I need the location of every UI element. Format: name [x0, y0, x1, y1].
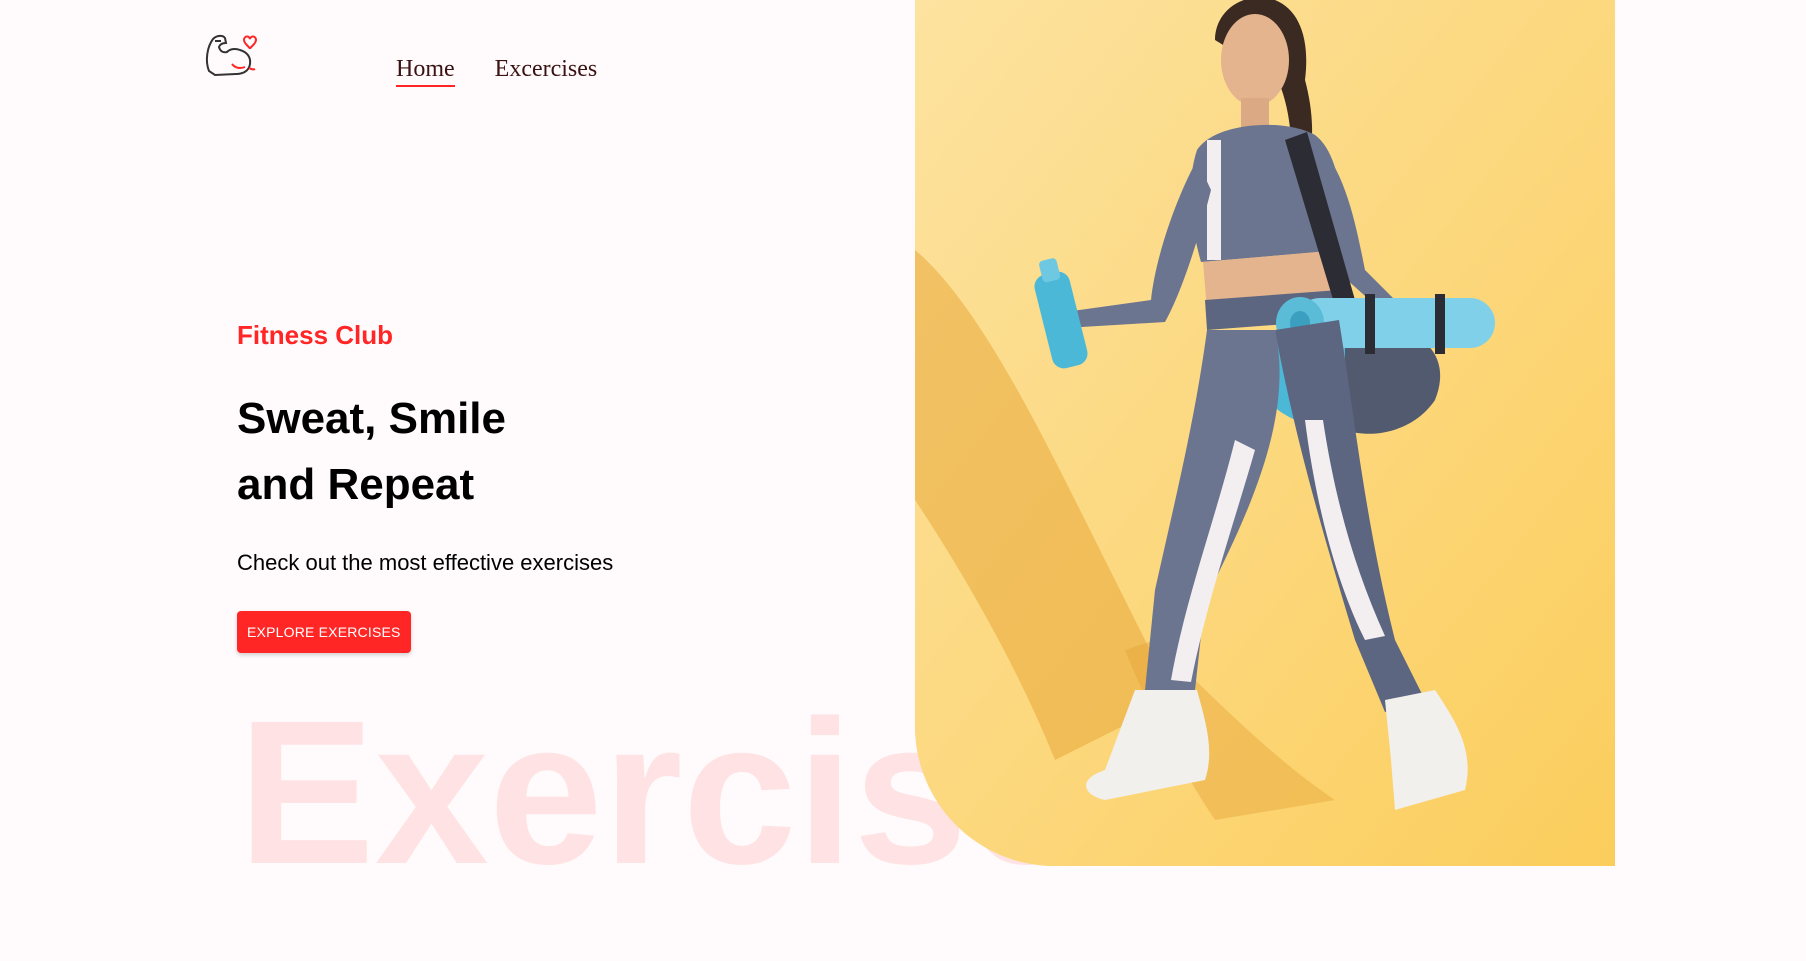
- hero-section: Fitness Club Sweat, Smile and Repeat Che…: [237, 318, 613, 653]
- hero-headline: Sweat, Smile and Repeat: [237, 386, 613, 518]
- nav-link-home[interactable]: Home: [396, 54, 455, 87]
- woman-walking-illustration: [915, 0, 1615, 866]
- hero-headline-line1: Sweat, Smile: [237, 394, 507, 443]
- hero-subtitle: Check out the most effective exercises: [237, 550, 614, 575]
- flexed-arm-heart-icon: [205, 34, 258, 77]
- nav-link-excercises[interactable]: Excercises: [495, 54, 598, 87]
- hero-banner-image: [915, 0, 1615, 866]
- logo-icon[interactable]: [203, 27, 261, 85]
- hero-headline-line2: and Repeat: [237, 460, 475, 509]
- main-nav: Home Excercises: [396, 54, 597, 87]
- home-page: Home Excercises Exercise Fitness Club Sw…: [0, 0, 1806, 961]
- hero-kicker: Fitness Club: [237, 320, 394, 350]
- explore-exercises-button[interactable]: EXPLORE EXERCISES: [237, 611, 411, 653]
